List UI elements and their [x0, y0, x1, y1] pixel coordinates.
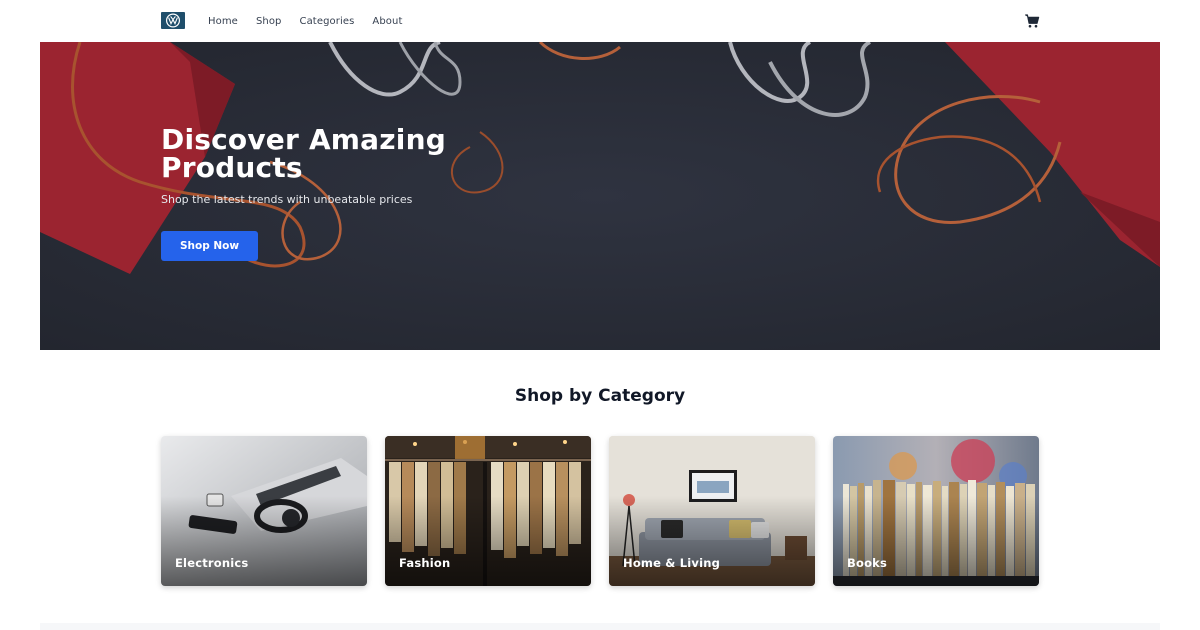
vw-logo-icon[interactable] [161, 12, 185, 29]
hero-content: Discover Amazing Products Shop the lates… [161, 123, 561, 261]
nav-link-about[interactable]: About [372, 16, 402, 27]
category-label-electronics: Electronics [175, 556, 249, 570]
main-nav: Home Shop Categories About [208, 0, 420, 42]
shop-now-button[interactable]: Shop Now [161, 231, 258, 261]
category-label-fashion: Fashion [399, 556, 451, 570]
nav-link-shop[interactable]: Shop [256, 16, 282, 27]
hero-subtitle: Shop the latest trends with unbeatable p… [161, 193, 413, 206]
section-title: Shop by Category [514, 386, 686, 406]
category-label-books: Books [847, 556, 888, 570]
nav-link-categories[interactable]: Categories [300, 16, 355, 27]
category-card-fashion[interactable]: Fashion [385, 436, 591, 586]
shopping-cart-icon[interactable] [1024, 13, 1040, 29]
hero-title: Discover Amazing Products [161, 123, 446, 184]
nav-link-home[interactable]: Home [208, 16, 238, 27]
category-card-books[interactable]: Books [833, 436, 1039, 586]
category-card-electronics[interactable]: Electronics [161, 436, 367, 586]
top-nav: Home Shop Categories About [0, 0, 1200, 42]
category-label-home-living: Home & Living [623, 556, 721, 570]
category-card-home-living[interactable]: Home & Living [609, 436, 815, 586]
category-grid: Electronics Fashion Home & Living Books [161, 436, 1039, 586]
hero-banner: Discover Amazing Products Shop the lates… [40, 42, 1160, 350]
next-section-edge [40, 623, 1160, 630]
